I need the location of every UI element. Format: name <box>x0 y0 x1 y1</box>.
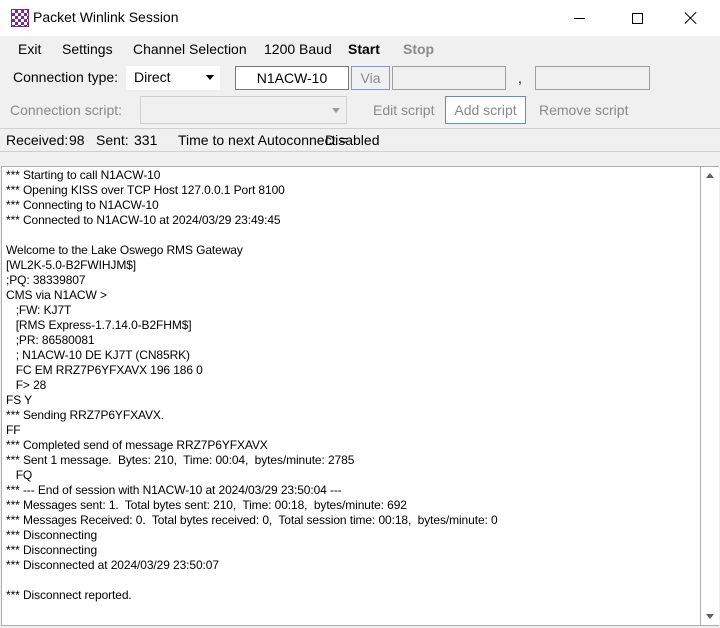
log-line: *** Disconnecting <box>6 543 98 557</box>
log-line: *** Sending RRZ7P6YFXAVX. <box>6 408 165 422</box>
received-count: 98 <box>69 132 85 148</box>
maximize-icon <box>631 12 643 24</box>
log-line: *** Messages Received: 0. Total bytes re… <box>6 513 498 527</box>
log-line: *** Sent 1 message. Bytes: 210, Time: 00… <box>6 453 355 467</box>
log-line: *** Disconnected at 2024/03/29 23:50:07 <box>6 558 219 572</box>
edit-script-button[interactable]: Edit script <box>373 102 434 118</box>
menu-channel-selection[interactable]: Channel Selection <box>133 41 247 57</box>
minimize-icon <box>573 17 585 19</box>
add-script-button[interactable]: Add script <box>445 96 526 124</box>
connection-type-value: Direct <box>134 69 171 85</box>
log-line: ;FW: KJ7T <box>6 303 72 317</box>
connection-script-label: Connection script: <box>10 102 123 118</box>
log-line: [WL2K-5.0-B2FWIHJM$] <box>6 258 137 272</box>
via-field-2[interactable] <box>535 66 650 90</box>
log-scrollbar[interactable] <box>701 166 719 626</box>
app-icon <box>11 9 29 27</box>
chevron-down-icon <box>206 75 214 80</box>
menu-baud[interactable]: 1200 Baud <box>264 41 332 57</box>
log-line: *** --- End of session with N1ACW-10 at … <box>6 483 342 497</box>
chevron-down-icon <box>332 108 340 113</box>
sent-count: 331 <box>134 132 158 148</box>
menu-settings[interactable]: Settings <box>62 41 113 57</box>
via-field-1[interactable] <box>392 66 506 90</box>
session-log-lines: *** Starting to call N1ACW-10 *** Opening… <box>6 168 498 603</box>
maximize-button[interactable] <box>614 0 660 36</box>
log-line: FC EM RRZ7P6YFXAVX 196 186 0 <box>6 363 203 377</box>
status-bar: Received: 98 Sent: 331 Time to next Auto… <box>0 128 720 152</box>
connection-script-select[interactable] <box>140 96 347 124</box>
connection-type-label: Connection type: <box>13 69 119 85</box>
autoconnect-label: Time to next Autoconnect = <box>178 132 348 148</box>
scroll-down-icon[interactable] <box>706 614 714 619</box>
close-icon <box>684 11 698 25</box>
via-separator: , <box>518 70 522 86</box>
minimize-button[interactable] <box>556 0 602 36</box>
received-label: Received: <box>6 132 69 148</box>
close-button[interactable] <box>668 0 714 36</box>
scroll-up-icon[interactable] <box>706 173 714 178</box>
log-line: FQ <box>6 468 33 482</box>
callsign-value: N1ACW-10 <box>256 70 328 86</box>
session-log[interactable]: *** Starting to call N1ACW-10 *** Opening… <box>1 166 701 626</box>
log-line: ;PR: 86580081 <box>6 333 95 347</box>
log-line: CMS via N1ACW > <box>6 288 107 302</box>
log-line: *** Disconnect reported. <box>6 588 132 602</box>
via-button[interactable]: Via <box>351 66 390 90</box>
log-line: *** Completed send of message RRZ7P6YFXA… <box>6 438 268 452</box>
remove-script-button[interactable]: Remove script <box>539 102 628 118</box>
log-line: FF <box>6 423 21 437</box>
menu-exit[interactable]: Exit <box>18 41 41 57</box>
log-line: FS Y <box>6 393 33 407</box>
log-line: *** Opening KISS over TCP Host 127.0.0.1… <box>6 183 285 197</box>
log-line: [RMS Express-1.7.14.0-B2FHM$] <box>6 318 192 332</box>
log-line: ;PQ: 38339807 <box>6 273 86 287</box>
log-line: F> 28 <box>6 378 47 392</box>
log-line: *** Connecting to N1ACW-10 <box>6 198 159 212</box>
menu-start[interactable]: Start <box>348 41 380 57</box>
title-bar[interactable]: Packet Winlink Session <box>0 0 720 36</box>
log-line: *** Disconnecting <box>6 528 98 542</box>
menu-stop[interactable]: Stop <box>403 41 434 57</box>
log-line: *** Messages sent: 1. Total bytes sent: … <box>6 498 407 512</box>
splitter-handle[interactable] <box>0 152 720 166</box>
connection-type-select[interactable]: Direct <box>126 66 220 90</box>
callsign-field[interactable]: N1ACW-10 <box>235 66 349 90</box>
log-line: ; N1ACW-10 DE KJ7T (CN85RK) <box>6 348 190 362</box>
log-line: *** Connected to N1ACW-10 at 2024/03/29 … <box>6 213 281 227</box>
window-title: Packet Winlink Session <box>33 9 179 25</box>
log-line: Welcome to the Lake Oswego RMS Gateway <box>6 243 243 257</box>
sent-label: Sent: <box>96 132 129 148</box>
autoconnect-value: Disabled <box>325 132 380 148</box>
menu-bar: Exit Settings Channel Selection 1200 Bau… <box>0 38 720 60</box>
log-line: *** Starting to call N1ACW-10 <box>6 168 161 182</box>
